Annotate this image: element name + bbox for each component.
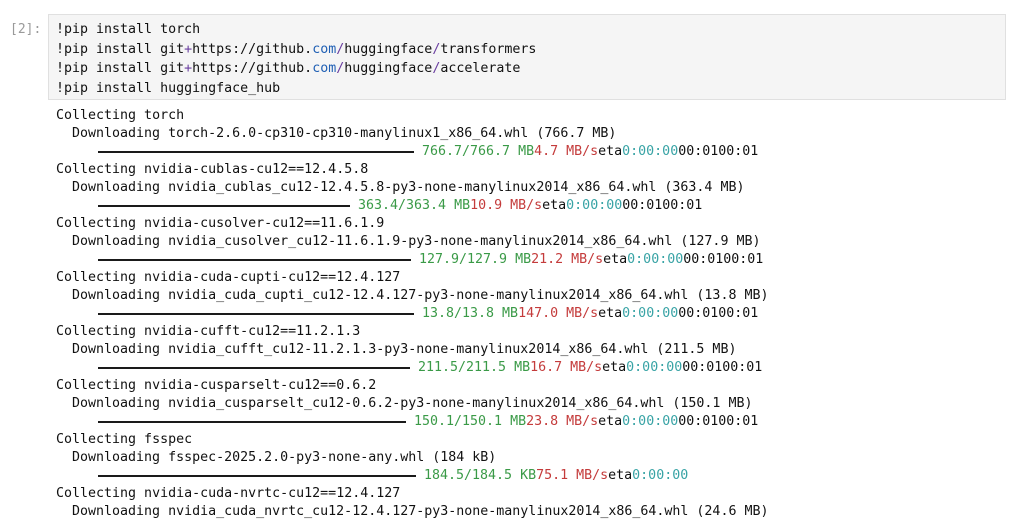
- eta-tail: 00:0100:01: [622, 198, 703, 213]
- code-token: com: [312, 61, 337, 76]
- code-token: !pip install git: [56, 41, 185, 57]
- code-input-cell[interactable]: !pip install torch !pip install git+https…: [48, 14, 1006, 100]
- code-token: !pip install torch: [56, 22, 201, 37]
- code-token: com: [312, 41, 337, 57]
- progress-bar: [98, 367, 410, 369]
- downloading-line: Downloading nvidia_cufft_cu12-11.2.1.3-p…: [72, 342, 737, 357]
- eta-tail: 00:0100:01: [682, 360, 763, 375]
- eta-value: 0:00:00: [566, 198, 623, 213]
- download-speed: 4.7 MB/s: [534, 144, 599, 159]
- eta-label: eta: [542, 198, 567, 213]
- code-line: !pip install torch: [56, 20, 1005, 40]
- progress-amount: 363.4/363.4 MB: [358, 198, 471, 213]
- eta-label: eta: [603, 252, 628, 267]
- collecting-line: Collecting torch: [56, 108, 185, 123]
- collecting-line: Collecting nvidia-cuda-nvrtc-cu12==12.4.…: [56, 486, 401, 501]
- download-speed: 147.0 MB/s: [518, 306, 599, 321]
- code-token: transformers: [440, 41, 537, 57]
- code-line: !pip install git+https://github.com/hugg…: [56, 59, 1005, 79]
- download-speed: 23.8 MB/s: [526, 414, 599, 429]
- eta-value: 0:00:00: [622, 306, 679, 321]
- progress-amount: 13.8/13.8 MB: [422, 306, 519, 321]
- progress-line: 766.7/766.7 MB 4.7 MB/s eta 0:00:00 00:01…: [56, 143, 1016, 161]
- downloading-line: Downloading nvidia_cusolver_cu12-11.6.1.…: [72, 234, 761, 249]
- progress-amount: 211.5/211.5 MB: [418, 360, 531, 375]
- collecting-line: Collecting fsspec: [56, 432, 193, 447]
- eta-label: eta: [602, 360, 627, 375]
- eta-tail: 00:0100:01: [678, 306, 759, 321]
- eta-value: 0:00:00: [622, 144, 679, 159]
- code-token: !pip install git: [56, 61, 185, 76]
- code-line: !pip install git+https://github.com/hugg…: [56, 40, 1005, 60]
- code-token: +: [184, 61, 193, 76]
- progress-line: 150.1/150.1 MB 23.8 MB/s eta 0:00:00 00:0…: [56, 413, 1016, 431]
- progress-bar: [98, 205, 350, 207]
- download-speed: 75.1 MB/s: [536, 468, 609, 483]
- eta-label: eta: [598, 306, 623, 321]
- download-speed: 16.7 MB/s: [530, 360, 603, 375]
- code-line: !pip install huggingface_hub: [56, 79, 1005, 99]
- eta-tail: 00:0100:01: [683, 252, 764, 267]
- eta-value: 0:00:00: [622, 414, 679, 429]
- eta-tail: 00:0100:01: [678, 414, 759, 429]
- downloading-line: Downloading fsspec-2025.2.0-py3-none-any…: [72, 450, 497, 465]
- downloading-line: Downloading nvidia_cuda_nvrtc_cu12-12.4.…: [72, 504, 769, 519]
- eta-value: 0:00:00: [626, 360, 683, 375]
- progress-line: 211.5/211.5 MB 16.7 MB/s eta 0:00:00 00:0…: [56, 359, 1016, 377]
- progress-amount: 766.7/766.7 MB: [422, 144, 535, 159]
- progress-line: 13.8/13.8 MB 147.0 MB/s eta 0:00:00 00:01…: [56, 305, 1016, 323]
- eta-label: eta: [608, 468, 633, 483]
- progress-bar: [98, 421, 406, 423]
- progress-bar: [98, 313, 414, 315]
- progress-line: 363.4/363.4 MB 10.9 MB/s eta 0:00:00 00:0…: [56, 197, 1016, 215]
- eta-value: 0:00:00: [632, 468, 689, 483]
- cell-output: Collecting torch Downloading torch-2.6.0-…: [56, 107, 1016, 521]
- progress-line: 127.9/127.9 MB 21.2 MB/s eta 0:00:00 00:0…: [56, 251, 1016, 269]
- downloading-line: Downloading nvidia_cusparselt_cu12-0.6.2…: [72, 396, 753, 411]
- code-token: +: [184, 41, 193, 57]
- collecting-line: Collecting nvidia-cufft-cu12==11.2.1.3: [56, 324, 361, 339]
- downloading-line: Downloading nvidia_cuda_cupti_cu12-12.4.…: [72, 288, 769, 303]
- progress-bar: [98, 259, 411, 261]
- progress-amount: 150.1/150.1 MB: [414, 414, 527, 429]
- progress-line: 184.5/184.5 KB 75.1 MB/s eta 0:00:00: [56, 467, 1016, 485]
- eta-tail: 00:0100:01: [678, 144, 759, 159]
- collecting-line: Collecting nvidia-cublas-cu12==12.4.5.8: [56, 162, 369, 177]
- eta-value: 0:00:00: [627, 252, 684, 267]
- downloading-line: Downloading torch-2.6.0-cp310-cp310-many…: [72, 126, 617, 141]
- code-token: huggingface: [344, 41, 433, 57]
- code-token: accelerate: [440, 61, 521, 76]
- progress-amount: 184.5/184.5 KB: [424, 468, 537, 483]
- collecting-line: Collecting nvidia-cusolver-cu12==11.6.1.…: [56, 216, 385, 231]
- progress-bar: [98, 475, 416, 477]
- collecting-line: Collecting nvidia-cuda-cupti-cu12==12.4.…: [56, 270, 401, 285]
- code-token: huggingface: [344, 61, 433, 76]
- cell-prompt: [2]:: [10, 22, 42, 37]
- download-speed: 21.2 MB/s: [531, 252, 604, 267]
- progress-bar: [98, 151, 414, 153]
- code-token: !pip install huggingface_hub: [56, 80, 281, 96]
- downloading-line: Downloading nvidia_cublas_cu12-12.4.5.8-…: [72, 180, 745, 195]
- progress-amount: 127.9/127.9 MB: [419, 252, 532, 267]
- eta-label: eta: [598, 144, 623, 159]
- collecting-line: Collecting nvidia-cusparselt-cu12==0.6.2: [56, 378, 377, 393]
- code-token: https://github.: [192, 61, 313, 76]
- code-token: https://github.: [192, 41, 313, 57]
- eta-label: eta: [598, 414, 623, 429]
- download-speed: 10.9 MB/s: [470, 198, 543, 213]
